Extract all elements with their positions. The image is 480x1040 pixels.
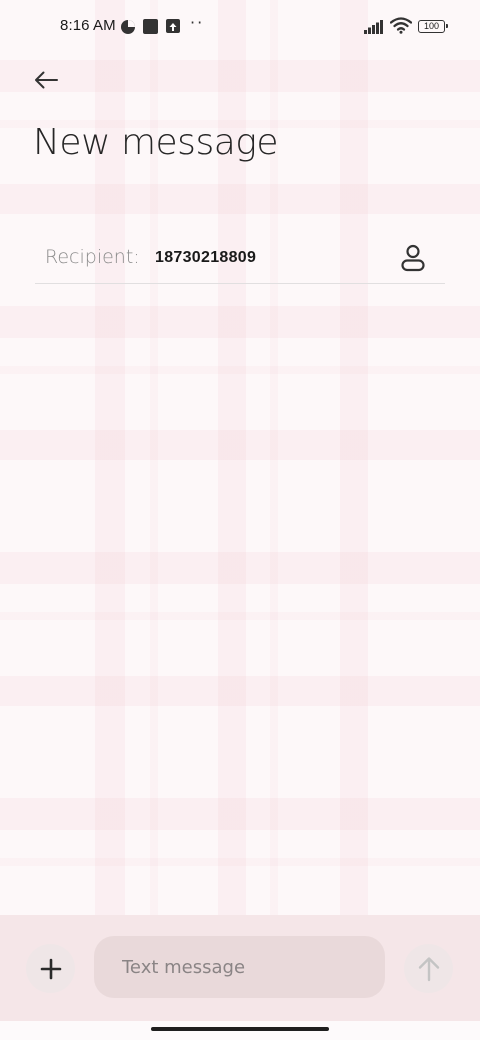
arrow-up-icon <box>418 956 439 981</box>
message-input[interactable] <box>94 936 385 998</box>
plus-icon <box>40 958 61 979</box>
home-indicator[interactable] <box>151 1027 329 1031</box>
more-notifications-icon: ·· <box>190 13 205 32</box>
recipient-value[interactable]: 18730218809 <box>155 249 256 267</box>
select-contact-button[interactable] <box>397 242 429 274</box>
compose-bar <box>0 915 480 1021</box>
recipient-label: Recipient: <box>45 246 140 268</box>
back-button[interactable] <box>30 64 62 96</box>
status-time: 8:16 AM <box>60 17 116 34</box>
send-button[interactable] <box>404 944 453 993</box>
battery-icon: 100 <box>418 20 448 33</box>
square-app-icon <box>143 19 158 34</box>
person-icon <box>401 244 425 272</box>
upload-app-icon <box>166 19 180 33</box>
recipient-field[interactable]: Recipient: 18730218809 <box>35 236 445 284</box>
page-title: New message <box>33 122 279 163</box>
signal-icon <box>364 19 384 38</box>
navigation-bar <box>0 1021 480 1040</box>
status-bar: 8:16 AM ·· 100 <box>0 0 480 56</box>
add-attachment-button[interactable] <box>26 944 75 993</box>
wifi-icon <box>389 17 413 38</box>
pie-chart-icon <box>120 19 136 35</box>
arrow-left-icon <box>35 71 58 89</box>
